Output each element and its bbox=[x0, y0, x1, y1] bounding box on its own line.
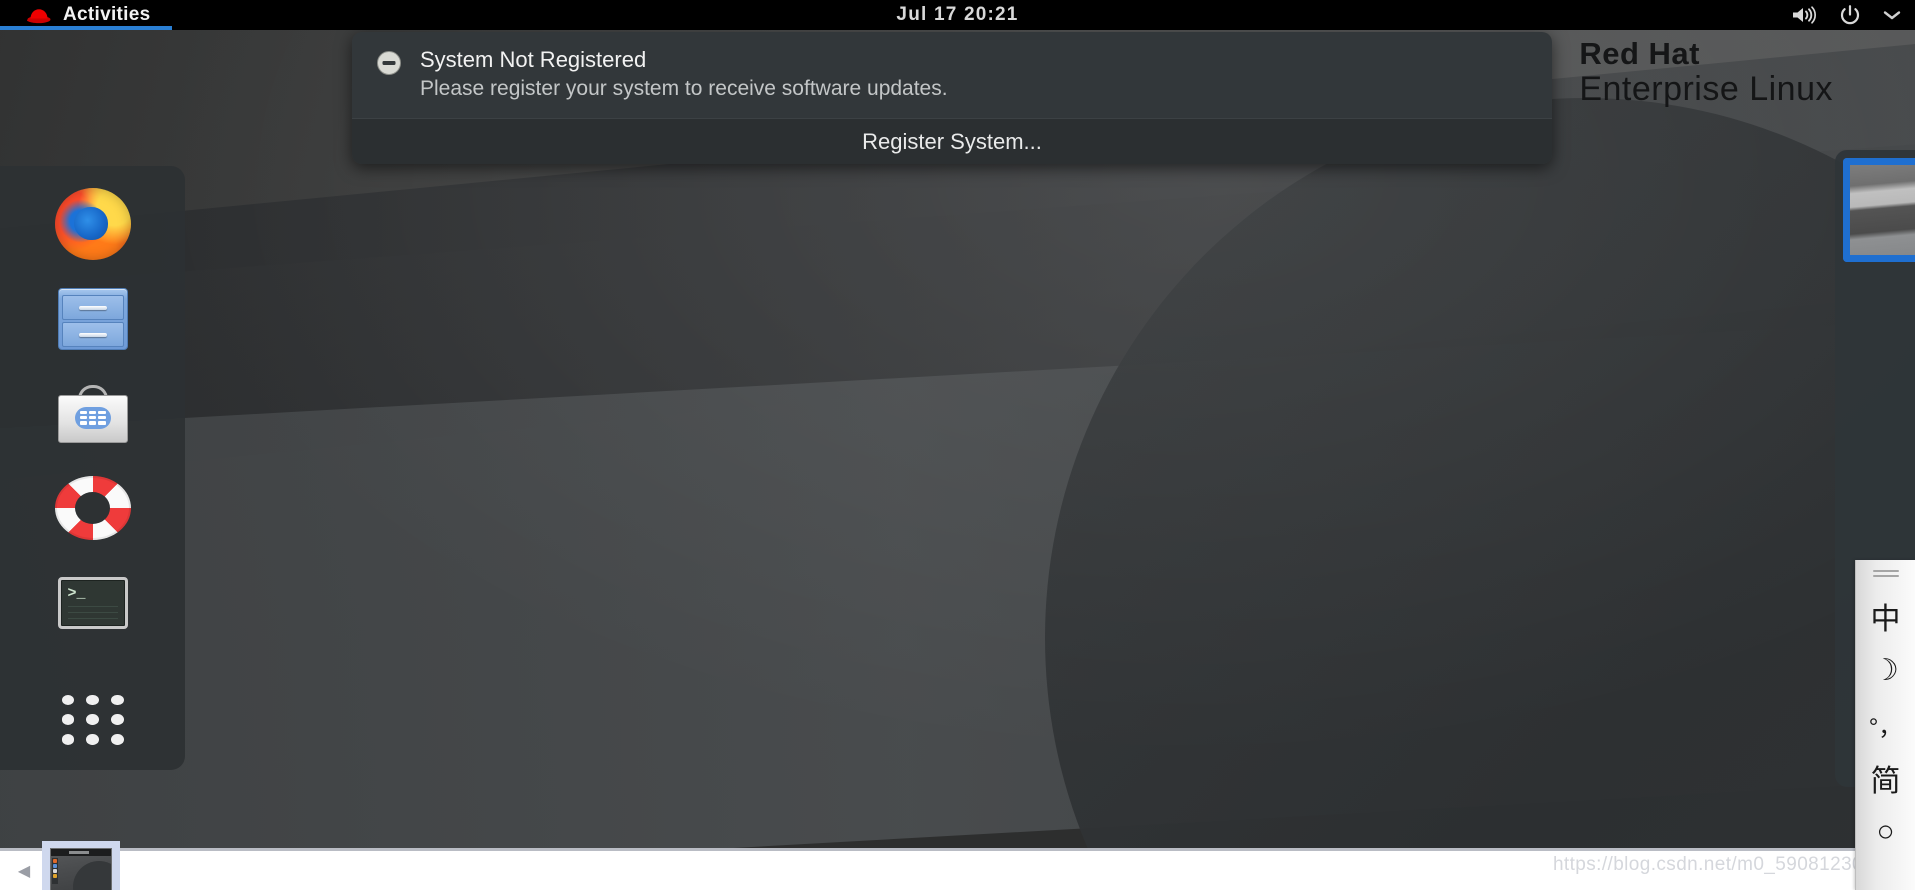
power-icon[interactable] bbox=[1839, 4, 1861, 26]
notification-banner: System Not Registered Please register yo… bbox=[352, 32, 1552, 165]
terminal-prompt: >_ bbox=[67, 585, 86, 603]
software-icon bbox=[57, 384, 128, 443]
notification-body: System Not Registered Please register yo… bbox=[352, 32, 1552, 119]
notification-title: System Not Registered bbox=[420, 47, 647, 72]
input-method-panel: 中 ☽ °， 简 ○ bbox=[1855, 560, 1915, 890]
register-system-button[interactable]: Register System... bbox=[352, 118, 1552, 165]
terminal-icon: >_ bbox=[57, 577, 128, 630]
chevron-down-icon[interactable] bbox=[1883, 9, 1901, 21]
dock: >_ bbox=[0, 166, 185, 770]
clock-container: Jul 17 20:21 bbox=[0, 0, 1915, 30]
volume-icon[interactable] bbox=[1791, 5, 1817, 25]
dock-item-software[interactable] bbox=[47, 369, 139, 458]
ime-shape-toggle[interactable]: ☽ bbox=[1858, 643, 1914, 697]
app-grid-icon bbox=[61, 694, 124, 745]
filmstrip-thumbnail-selected[interactable] bbox=[42, 840, 120, 890]
workspace-thumbnail-selected[interactable] bbox=[1843, 158, 1915, 262]
red-hat-logo-icon bbox=[26, 7, 52, 24]
activities-label: Activities bbox=[63, 4, 151, 25]
show-applications-button[interactable] bbox=[47, 675, 139, 764]
ime-language-toggle[interactable]: 中 bbox=[1858, 589, 1914, 643]
watermark-text: https://blog.csdn.net/m0_59081230 bbox=[1552, 854, 1863, 875]
system-tray bbox=[1791, 0, 1901, 30]
register-system-label: Register System... bbox=[862, 128, 1042, 154]
dock-item-help[interactable] bbox=[47, 464, 139, 553]
notification-subtitle: Please register your system to receive s… bbox=[420, 76, 948, 100]
dock-item-files[interactable] bbox=[47, 275, 139, 364]
firefox-icon bbox=[54, 188, 131, 261]
activities-button[interactable]: Activities bbox=[0, 0, 173, 30]
dock-item-terminal[interactable]: >_ bbox=[47, 559, 139, 648]
wallpaper-brand-line1: Red Hat bbox=[1579, 36, 1700, 71]
workspace-preview bbox=[1850, 165, 1915, 255]
gnome-desktop: Red Hat Enterprise Linux >_ Activities J… bbox=[0, 0, 1915, 848]
wallpaper-brand-text: Red Hat Enterprise Linux bbox=[1579, 36, 1833, 108]
thumbnail-preview bbox=[50, 847, 112, 890]
previous-arrow-icon[interactable]: ◀ bbox=[12, 859, 36, 883]
not-registered-icon bbox=[376, 50, 402, 81]
top-bar: Activities Jul 17 20:21 bbox=[0, 0, 1915, 30]
activities-active-indicator bbox=[0, 26, 173, 30]
wallpaper-brand-line2: Enterprise Linux bbox=[1579, 69, 1833, 108]
wallpaper-arc bbox=[1045, 98, 1915, 848]
ime-extra-toggle[interactable]: ○ bbox=[1858, 805, 1914, 859]
files-icon bbox=[57, 288, 128, 350]
ime-simplified-toggle[interactable]: 简 bbox=[1858, 751, 1914, 805]
clock-button[interactable]: Jul 17 20:21 bbox=[896, 4, 1018, 26]
screen: Red Hat Enterprise Linux >_ Activities J… bbox=[0, 0, 1915, 890]
ime-drag-handle[interactable] bbox=[1872, 570, 1899, 579]
wallpaper-band-lower bbox=[0, 309, 1915, 848]
notification-text: System Not Registered Please register yo… bbox=[420, 46, 1532, 102]
dock-item-firefox[interactable] bbox=[47, 180, 139, 269]
help-lifebuoy-icon bbox=[54, 476, 131, 541]
ime-punctuation-toggle[interactable]: °， bbox=[1858, 697, 1914, 751]
